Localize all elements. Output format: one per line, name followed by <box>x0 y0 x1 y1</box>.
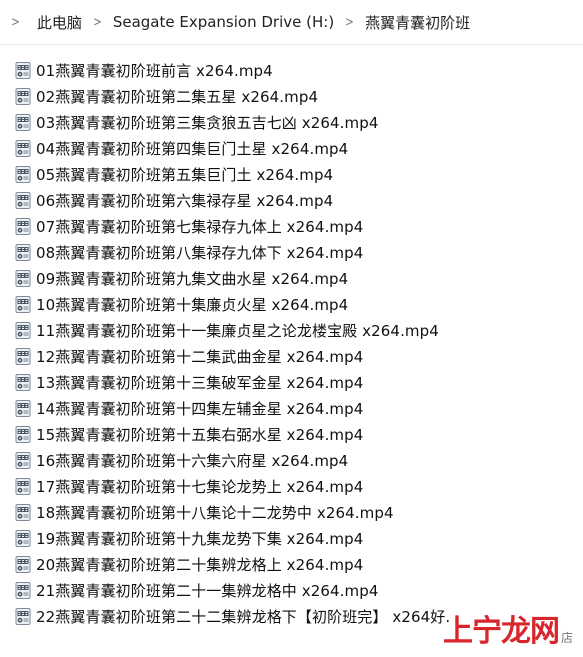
file-row[interactable]: 03燕翼青囊初阶班第三集贪狼五吉七凶 x264.mp4 <box>0 109 583 135</box>
file-row[interactable]: 12燕翼青囊初阶班第十二集武曲金星 x264.mp4 <box>0 343 583 369</box>
file-row[interactable]: 06燕翼青囊初阶班第六集禄存星 x264.mp4 <box>0 187 583 213</box>
file-name: 18燕翼青囊初阶班第十八集论十二龙势中 x264.mp4 <box>36 503 394 522</box>
file-name: 07燕翼青囊初阶班第七集禄存九体上 x264.mp4 <box>36 217 364 236</box>
video-file-icon <box>14 399 33 418</box>
video-file-icon <box>14 607 33 626</box>
file-row[interactable]: 21燕翼青囊初阶班第二十一集辨龙格中 x264.mp4 <box>0 577 583 603</box>
file-name: 16燕翼青囊初阶班第十六集六府星 x264.mp4 <box>36 451 349 470</box>
file-row[interactable]: 15燕翼青囊初阶班第十五集右弼水星 x264.mp4 <box>0 421 583 447</box>
file-row[interactable]: 09燕翼青囊初阶班第九集文曲水星 x264.mp4 <box>0 265 583 291</box>
file-row[interactable]: 02燕翼青囊初阶班第二集五星 x264.mp4 <box>0 83 583 109</box>
video-file-icon <box>14 113 33 132</box>
file-name: 11燕翼青囊初阶班第十一集廉贞星之论龙楼宝殿 x264.mp4 <box>36 321 439 340</box>
file-name: 10燕翼青囊初阶班第十集廉贞火星 x264.mp4 <box>36 295 349 314</box>
video-file-icon <box>14 477 33 496</box>
file-row[interactable]: 14燕翼青囊初阶班第十四集左辅金星 x264.mp4 <box>0 395 583 421</box>
video-file-icon <box>14 347 33 366</box>
video-file-icon <box>14 581 33 600</box>
video-file-icon <box>14 373 33 392</box>
file-row[interactable]: 19燕翼青囊初阶班第十九集龙势下集 x264.mp4 <box>0 525 583 551</box>
file-name: 08燕翼青囊初阶班第八集禄存九体下 x264.mp4 <box>36 243 364 262</box>
file-name: 19燕翼青囊初阶班第十九集龙势下集 x264.mp4 <box>36 529 364 548</box>
file-name: 04燕翼青囊初阶班第四集巨门土星 x264.mp4 <box>36 139 349 158</box>
video-file-icon <box>14 61 33 80</box>
breadcrumb-item-folder[interactable]: 燕翼青囊初阶班 <box>365 12 470 33</box>
file-row[interactable]: 22燕翼青囊初阶班第二十二集辨龙格下【初阶班完】 x264好. <box>0 603 583 629</box>
video-file-icon <box>14 555 33 574</box>
file-name: 09燕翼青囊初阶班第九集文曲水星 x264.mp4 <box>36 269 349 288</box>
file-name: 02燕翼青囊初阶班第二集五星 x264.mp4 <box>36 87 319 106</box>
video-file-icon <box>14 451 33 470</box>
file-name: 15燕翼青囊初阶班第十五集右弼水星 x264.mp4 <box>36 425 364 444</box>
file-row[interactable]: 08燕翼青囊初阶班第八集禄存九体下 x264.mp4 <box>0 239 583 265</box>
file-name: 14燕翼青囊初阶班第十四集左辅金星 x264.mp4 <box>36 399 364 418</box>
chevron-right-icon[interactable]: > <box>11 15 20 30</box>
video-file-icon <box>14 87 33 106</box>
chevron-right-icon[interactable]: > <box>93 15 102 30</box>
file-name: 05燕翼青囊初阶班第五集巨门土 x264.mp4 <box>36 165 334 184</box>
file-row[interactable]: 01燕翼青囊初阶班前言 x264.mp4 <box>0 57 583 83</box>
video-file-icon <box>14 191 33 210</box>
file-row[interactable]: 16燕翼青囊初阶班第十六集六府星 x264.mp4 <box>0 447 583 473</box>
file-name: 20燕翼青囊初阶班第二十集辨龙格上 x264.mp4 <box>36 555 364 574</box>
video-file-icon <box>14 243 33 262</box>
video-file-icon <box>14 269 33 288</box>
video-file-icon <box>14 295 33 314</box>
file-name: 22燕翼青囊初阶班第二十二集辨龙格下【初阶班完】 x264好. <box>36 607 451 626</box>
breadcrumb: > 此电脑 > Seagate Expansion Drive (H:) > 燕… <box>0 0 583 45</box>
file-row[interactable]: 18燕翼青囊初阶班第十八集论十二龙势中 x264.mp4 <box>0 499 583 525</box>
breadcrumb-item-drive[interactable]: Seagate Expansion Drive (H:) <box>113 13 334 31</box>
file-list: 01燕翼青囊初阶班前言 x264.mp4 02燕翼青囊初阶班第二集五星 x264.… <box>0 57 583 629</box>
file-name: 17燕翼青囊初阶班第十七集论龙势上 x264.mp4 <box>36 477 364 496</box>
file-row[interactable]: 04燕翼青囊初阶班第四集巨门土星 x264.mp4 <box>0 135 583 161</box>
video-file-icon <box>14 217 33 236</box>
video-file-icon <box>14 425 33 444</box>
chevron-right-icon[interactable]: > <box>345 15 354 30</box>
file-name: 21燕翼青囊初阶班第二十一集辨龙格中 x264.mp4 <box>36 581 379 600</box>
file-name: 03燕翼青囊初阶班第三集贪狼五吉七凶 x264.mp4 <box>36 113 379 132</box>
file-row[interactable]: 10燕翼青囊初阶班第十集廉贞火星 x264.mp4 <box>0 291 583 317</box>
video-file-icon <box>14 529 33 548</box>
video-file-icon <box>14 139 33 158</box>
file-row[interactable]: 20燕翼青囊初阶班第二十集辨龙格上 x264.mp4 <box>0 551 583 577</box>
video-file-icon <box>14 165 33 184</box>
file-row[interactable]: 13燕翼青囊初阶班第十三集破军金星 x264.mp4 <box>0 369 583 395</box>
file-row[interactable]: 07燕翼青囊初阶班第七集禄存九体上 x264.mp4 <box>0 213 583 239</box>
file-row[interactable]: 17燕翼青囊初阶班第十七集论龙势上 x264.mp4 <box>0 473 583 499</box>
file-row[interactable]: 11燕翼青囊初阶班第十一集廉贞星之论龙楼宝殿 x264.mp4 <box>0 317 583 343</box>
breadcrumb-item-this-pc[interactable]: 此电脑 <box>37 12 82 33</box>
file-name: 12燕翼青囊初阶班第十二集武曲金星 x264.mp4 <box>36 347 364 366</box>
video-file-icon <box>14 503 33 522</box>
watermark-suffix: 店 <box>560 631 573 645</box>
file-row[interactable]: 05燕翼青囊初阶班第五集巨门土 x264.mp4 <box>0 161 583 187</box>
video-file-icon <box>14 321 33 340</box>
file-name: 06燕翼青囊初阶班第六集禄存星 x264.mp4 <box>36 191 334 210</box>
file-name: 01燕翼青囊初阶班前言 x264.mp4 <box>36 61 273 80</box>
file-name: 13燕翼青囊初阶班第十三集破军金星 x264.mp4 <box>36 373 364 392</box>
